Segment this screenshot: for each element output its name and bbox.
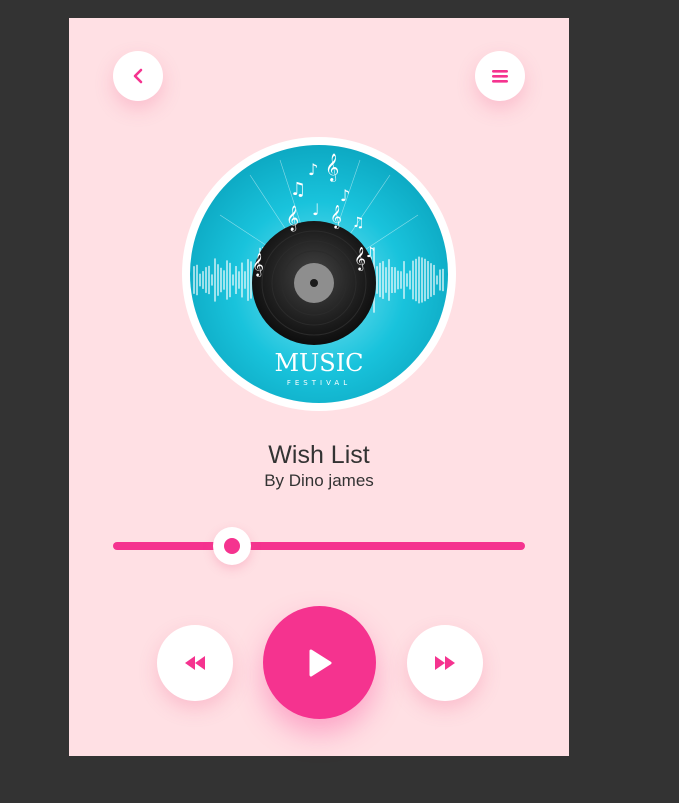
cover-brand-subtext: FESTIVAL bbox=[287, 379, 351, 387]
play-button[interactable] bbox=[263, 606, 376, 719]
svg-text:♫: ♫ bbox=[352, 215, 365, 231]
svg-text:♩: ♩ bbox=[312, 200, 320, 219]
svg-text:𝄞: 𝄞 bbox=[330, 204, 342, 229]
svg-text:♫: ♫ bbox=[290, 179, 306, 200]
chevron-left-icon bbox=[133, 68, 143, 84]
progress-thumb[interactable] bbox=[213, 527, 252, 565]
svg-text:𝄞: 𝄞 bbox=[325, 153, 339, 182]
progress-thumb-dot bbox=[224, 538, 241, 554]
svg-text:𝄞: 𝄞 bbox=[286, 205, 299, 231]
svg-text:♪: ♪ bbox=[340, 186, 350, 205]
previous-track-button[interactable] bbox=[157, 625, 233, 701]
fast-forward-icon bbox=[435, 656, 455, 670]
song-artist: By Dino james bbox=[264, 471, 374, 490]
svg-text:𝄞: 𝄞 bbox=[252, 252, 264, 277]
hamburger-menu-icon bbox=[492, 70, 508, 83]
play-icon bbox=[309, 649, 331, 676]
album-cover: 𝄞 ♪ ♫ ♪ 𝄞 ♩ 𝄞 ♫ 𝄞 𝄞 ♪ MUSIC FESTIVAL bbox=[182, 137, 456, 411]
rewind-icon bbox=[185, 656, 205, 670]
menu-button[interactable] bbox=[475, 51, 525, 101]
album-art: 𝄞 ♪ ♫ ♪ 𝄞 ♩ 𝄞 ♫ 𝄞 𝄞 ♪ MUSIC FESTIVAL bbox=[190, 145, 448, 403]
music-player-card: 𝄞 ♪ ♫ ♪ 𝄞 ♩ 𝄞 ♫ 𝄞 𝄞 ♪ MUSIC FESTIVAL Wis… bbox=[69, 18, 569, 756]
svg-text:𝄞: 𝄞 bbox=[354, 246, 366, 271]
cover-brand-text: MUSIC bbox=[274, 349, 363, 377]
svg-text:♪: ♪ bbox=[366, 245, 375, 261]
back-button[interactable] bbox=[113, 51, 163, 101]
next-track-button[interactable] bbox=[407, 625, 483, 701]
progress-track[interactable] bbox=[113, 527, 525, 565]
svg-text:♪: ♪ bbox=[308, 160, 318, 179]
song-title: Wish List bbox=[268, 441, 370, 469]
